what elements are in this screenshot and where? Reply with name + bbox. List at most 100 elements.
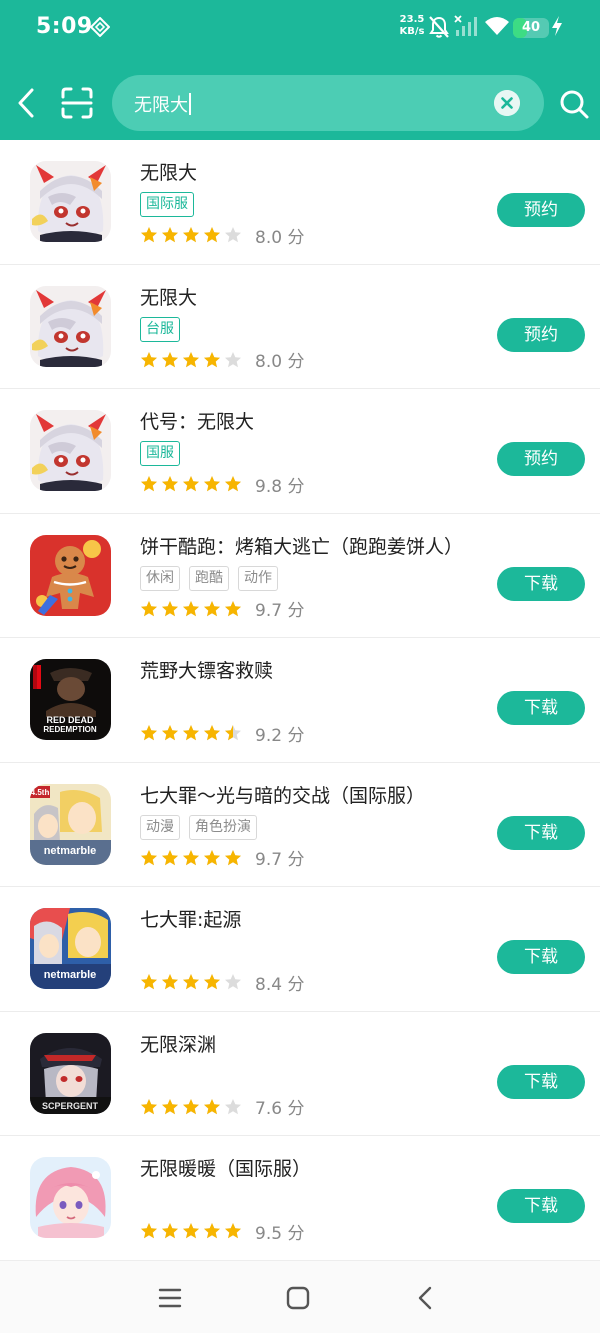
app-list-item[interactable]: 无限大国际服 8.0 分 预约 — [0, 140, 600, 265]
app-rating: 7.6 分 — [140, 1096, 305, 1119]
clear-icon[interactable] — [494, 90, 520, 116]
pink-haired-girl-icon[interactable] — [30, 1157, 111, 1238]
app-name[interactable]: 荒野大镖客救赎 — [140, 656, 273, 683]
star-filled-icon — [162, 227, 178, 243]
star-filled-icon — [204, 725, 220, 741]
rating-score: 9.8 分 — [255, 476, 305, 497]
star-filled-icon — [162, 600, 178, 616]
app-logo-icon — [90, 17, 110, 37]
star-filled-icon — [141, 725, 157, 741]
app-rating: 9.5 分 — [140, 1220, 305, 1244]
star-filled-icon — [141, 1098, 157, 1114]
star-filled-icon — [204, 1098, 220, 1114]
star-filled-icon — [204, 351, 220, 367]
icon-publisher-label: netmarble — [44, 845, 97, 857]
star-filled-icon — [141, 974, 157, 990]
app-tags: 休闲 跑酷 动作 — [140, 565, 278, 592]
home-icon[interactable] — [283, 1283, 313, 1313]
star-filled-icon — [225, 600, 241, 616]
app-list-item[interactable]: 代号：无限大 国服 9.8 分 预约 — [0, 389, 600, 514]
app-list-item[interactable]: 饼干酷跑：烤箱大逃亡（跑跑姜饼人） 休闲 跑酷 动作 9.7 分 下载 — [0, 514, 600, 638]
star-filled-icon — [162, 725, 178, 741]
rating-stars — [140, 1098, 242, 1116]
no-signal-icon — [454, 15, 477, 36]
genre-tag: 动漫 — [140, 814, 180, 840]
anime-girl-bunny-ears-icon[interactable] — [30, 410, 111, 491]
anime-girl-bunny-ears-icon[interactable] — [30, 161, 111, 242]
star-filled-icon — [204, 600, 220, 616]
app-list-item[interactable]: 无限暖暖（国际服） 9.5 分 下载 — [0, 1136, 600, 1261]
wifi-icon — [485, 17, 509, 35]
server-region-tag: 台服 — [140, 316, 180, 342]
dark-anime-girl-icon[interactable]: SCPERGENT — [30, 1032, 111, 1114]
app-tags: 国际服 — [140, 192, 194, 218]
app-list-item[interactable]: RED DEAD REDEMPTION 荒野大镖客救赎 9.2 分 下载 — [0, 638, 600, 763]
icon-publisher-label: netmarble — [44, 969, 97, 981]
reserve-button[interactable]: 预约 — [497, 193, 585, 227]
app-rating: 9.8 分 — [140, 473, 305, 497]
star-filled-icon — [183, 974, 199, 990]
gingerbread-cookie-icon[interactable] — [30, 534, 111, 616]
anime-girl-bunny-ears-icon[interactable] — [30, 285, 111, 367]
scan-icon[interactable] — [60, 86, 94, 120]
star-filled-icon — [183, 227, 199, 243]
download-button[interactable]: 下载 — [497, 1064, 585, 1099]
star-filled-icon — [162, 1098, 178, 1114]
reserve-button[interactable]: 预约 — [497, 442, 585, 476]
rating-score: 8.0 分 — [255, 352, 305, 372]
app-rating: 8.0 分 — [140, 349, 305, 372]
rating-stars — [140, 849, 242, 867]
app-list-item[interactable]: netmarble 七大罪:起源 8.4 分 下载 — [0, 887, 600, 1012]
star-filled-icon — [183, 600, 199, 616]
seven-deadly-sins-grand-cross-icon[interactable]: 4.5th netmarble — [30, 783, 111, 865]
rating-score: 7.6 分 — [255, 1099, 305, 1119]
download-button[interactable]: 下载 — [497, 566, 585, 601]
star-filled-icon — [183, 849, 199, 865]
red-dead-redemption-icon[interactable]: RED DEAD REDEMPTION — [30, 659, 111, 740]
star-empty-icon — [225, 227, 241, 243]
rating-score: 9.5 分 — [255, 1223, 305, 1244]
rating-score: 8.4 分 — [255, 974, 305, 995]
search-input[interactable]: 无限大 — [112, 75, 544, 131]
rating-stars — [140, 600, 242, 618]
app-list-item[interactable]: 无限大台服 8.0 分 预约 — [0, 265, 600, 389]
star-half-icon — [225, 725, 241, 741]
download-button[interactable]: 下载 — [497, 1189, 585, 1223]
genre-tag: 角色扮演 — [189, 814, 257, 840]
app-name[interactable]: 无限深渊 — [140, 1030, 216, 1057]
search-icon[interactable] — [558, 88, 590, 120]
star-empty-icon — [225, 351, 241, 367]
search-input-value[interactable]: 无限大 — [134, 91, 191, 117]
star-filled-icon — [183, 476, 199, 492]
back-button[interactable] — [12, 86, 42, 120]
download-button[interactable]: 下载 — [497, 691, 585, 725]
star-filled-icon — [183, 725, 199, 741]
download-button[interactable]: 下载 — [497, 940, 585, 974]
rating-stars — [140, 973, 242, 991]
app-name[interactable]: 无限暖暖（国际服） — [140, 1154, 311, 1181]
download-button[interactable]: 下载 — [497, 815, 585, 850]
star-filled-icon — [141, 1223, 157, 1239]
star-filled-icon — [225, 1223, 241, 1239]
reserve-button[interactable]: 预约 — [497, 317, 585, 352]
app-name[interactable]: 无限大 — [140, 158, 197, 185]
rating-stars — [140, 351, 242, 369]
app-name[interactable]: 无限大 — [140, 283, 197, 310]
seven-deadly-sins-origin-icon[interactable]: netmarble — [30, 908, 111, 989]
app-rating: 8.0 分 — [140, 224, 304, 248]
star-filled-icon — [141, 600, 157, 616]
app-list-item[interactable]: SCPERGENT 无限深渊 7.6 分 下载 — [0, 1012, 600, 1136]
app-name[interactable]: 代号：无限大 — [140, 407, 254, 434]
server-region-tag: 国际服 — [140, 192, 194, 217]
app-name[interactable]: 饼干酷跑：烤箱大逃亡（跑跑姜饼人） — [140, 532, 463, 559]
app-name[interactable]: 七大罪:起源 — [140, 905, 241, 932]
back-icon[interactable] — [411, 1283, 441, 1313]
star-filled-icon — [183, 1098, 199, 1114]
menu-icon[interactable] — [155, 1283, 185, 1313]
app-name[interactable]: 七大罪～光与暗的交战（国际服） — [140, 781, 425, 808]
charging-icon — [552, 16, 562, 36]
star-filled-icon — [225, 849, 241, 865]
rating-score: 9.2 分 — [255, 725, 305, 746]
genre-tag: 休闲 — [140, 565, 180, 591]
app-list-item[interactable]: 4.5th netmarble 七大罪～光与暗的交战（国际服） 动漫 角色扮演 9.7 … — [0, 763, 600, 887]
